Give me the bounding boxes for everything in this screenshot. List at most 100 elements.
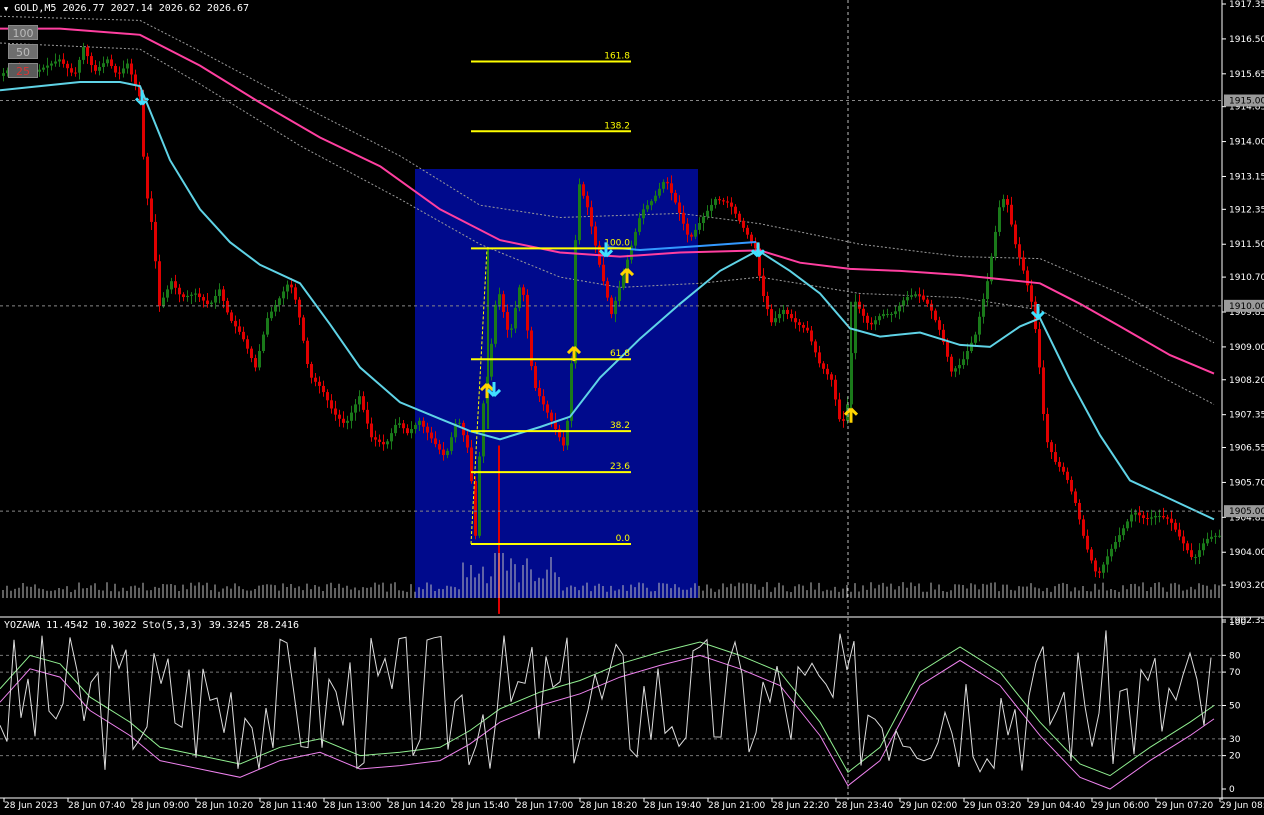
candle-body (1062, 466, 1065, 472)
candle-body (146, 156, 149, 199)
candle-body (374, 437, 377, 440)
candle-body (562, 437, 565, 446)
candle-body (838, 399, 841, 420)
candle-body (2, 73, 5, 76)
candle-body (42, 67, 45, 70)
indicator-name: YOZAWA (4, 620, 41, 631)
candle-body (514, 307, 517, 329)
candle-body (78, 59, 81, 73)
lot-button-25[interactable]: 25 (8, 63, 38, 78)
osc-y-tick-label: 50 (1229, 702, 1241, 712)
candle-body (1198, 550, 1201, 558)
fib-zone-rect[interactable] (415, 169, 698, 598)
chart-window[interactable]: 0.0 23.6 38.2 61.8 100.0 138.2 161.8 1917.35 19… (0, 0, 1264, 811)
candle-body (422, 420, 425, 427)
candle-body (786, 309, 789, 315)
candle-body (538, 387, 541, 397)
candle-body (590, 207, 593, 227)
candle-body (510, 328, 513, 330)
candle-body (1122, 528, 1125, 536)
y-tick-label: 1915.65 (1229, 70, 1264, 80)
candle-body (642, 209, 645, 219)
candle-body (878, 316, 881, 321)
candle-body (1158, 515, 1161, 517)
candle-body (746, 227, 749, 235)
candle-body (902, 300, 905, 306)
fib-level-label: 161.8 (604, 51, 630, 61)
candle-body (874, 320, 877, 325)
candle-body (1186, 543, 1189, 551)
osc-y-tick-label: 100 (1229, 618, 1246, 628)
candle-body (1074, 491, 1077, 503)
candle-body (54, 61, 57, 64)
candle-body (102, 63, 105, 68)
chart-canvas[interactable]: 0.0 23.6 38.2 61.8 100.0 138.2 161.8 1917.35 19… (0, 0, 1264, 811)
candle-body (650, 201, 653, 206)
fib-level-label: 61.8 (610, 349, 630, 359)
x-tick-label: 28 Jun 11:40 (260, 801, 317, 811)
candle-body (814, 341, 817, 353)
candle-body (658, 188, 661, 196)
candle-body (226, 300, 229, 313)
candle-body (1010, 204, 1013, 225)
candle-body (142, 96, 145, 157)
candle-body (1194, 557, 1197, 559)
candle-body (638, 218, 641, 232)
candle-body (302, 317, 305, 341)
candle-body (774, 318, 777, 323)
candle-body (430, 432, 433, 439)
candle-body (742, 220, 745, 228)
candle-body (250, 348, 253, 359)
candle-body (350, 412, 353, 421)
candle-body (1082, 519, 1085, 536)
candle-body (1030, 285, 1033, 302)
x-tick-label: 28 Jun 10:20 (196, 801, 253, 811)
candle-body (218, 289, 221, 296)
candle-body (1066, 471, 1069, 480)
osc-y-tick-label: 0 (1229, 785, 1235, 795)
x-tick-label: 28 Jun 19:40 (644, 801, 701, 811)
candle-body (310, 364, 313, 378)
candle-body (594, 226, 597, 246)
candle-body (214, 295, 217, 303)
candle-body (442, 449, 445, 456)
x-tick-label: 28 Jun 09:00 (132, 801, 189, 811)
candle-body (938, 320, 941, 330)
lot-button-100[interactable]: 100 (8, 25, 38, 40)
x-tick-label: 28 Jun 13:00 (324, 801, 381, 811)
candle-body (86, 47, 89, 57)
lot-button-50[interactable]: 50 (8, 44, 38, 59)
dropdown-triangle-icon[interactable]: ▼ (4, 5, 8, 13)
candle-body (822, 363, 825, 369)
candle-body (266, 318, 269, 335)
candle-body (58, 59, 61, 62)
candle-body (1094, 560, 1097, 572)
candle-body (98, 67, 101, 71)
price-marker-label: 1905.00 (1229, 507, 1264, 517)
candle-body (438, 444, 441, 450)
candle-body (586, 195, 589, 208)
candle-body (826, 368, 829, 375)
candle-body (358, 396, 361, 405)
candle-body (1210, 536, 1213, 539)
candle-body (418, 420, 421, 425)
candle-body (710, 204, 713, 211)
x-tick-label: 28 Jun 14:20 (388, 801, 445, 811)
candle-body (498, 294, 501, 305)
candle-body (750, 234, 753, 242)
candle-body (1138, 512, 1141, 516)
candle-body (1058, 461, 1061, 467)
x-tick-label: 28 Jun 07:40 (68, 801, 125, 811)
candle-body (678, 202, 681, 213)
candle-body (386, 441, 389, 445)
candle-body (174, 281, 177, 288)
candle-body (186, 295, 189, 298)
fib-level-label: 23.6 (610, 462, 630, 472)
osc-y-tick-label: 20 (1229, 752, 1241, 762)
candle-body (478, 456, 481, 536)
candle-body (606, 281, 609, 298)
candle-body (706, 210, 709, 217)
candle-body (914, 294, 917, 296)
candle-body (470, 447, 473, 482)
candle-body (1102, 564, 1105, 573)
